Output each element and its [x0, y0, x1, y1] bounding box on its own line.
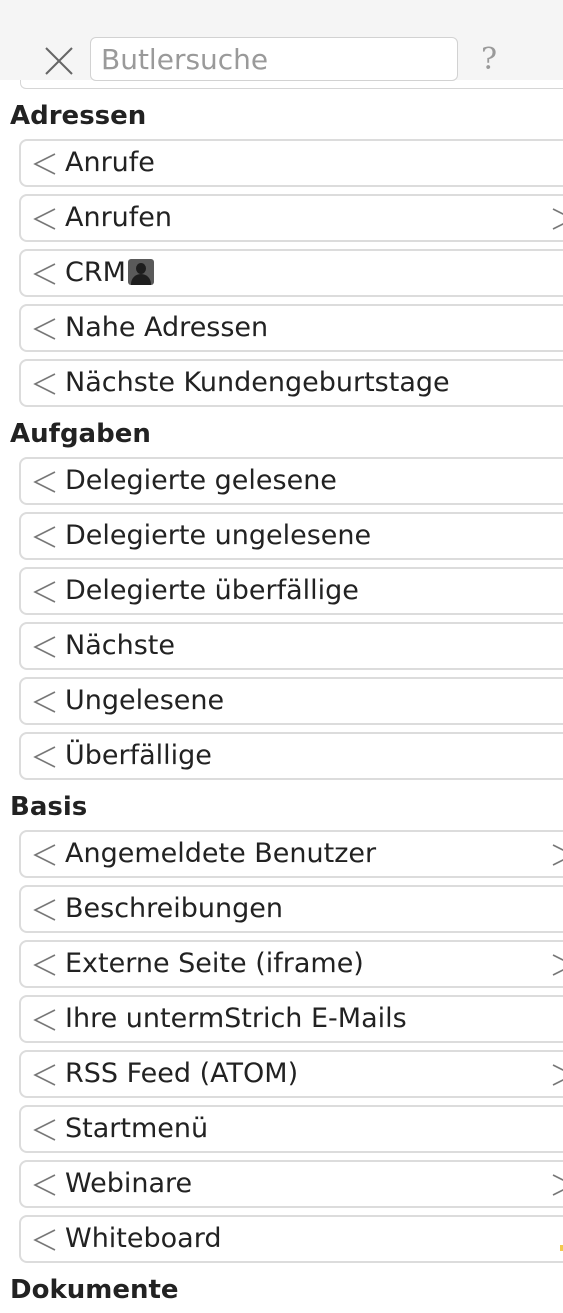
chevron-left-icon [33, 1008, 57, 1032]
previous-item-edge [20, 80, 563, 89]
butler-search-bar: ? [0, 0, 563, 81]
chevron-right-icon[interactable] [551, 1063, 563, 1087]
menu-item-startmenue[interactable]: Startmenü [19, 1105, 563, 1153]
menu-item-rss-feed[interactable]: RSS Feed (ATOM) [19, 1050, 563, 1098]
chevron-right-icon[interactable] [551, 843, 563, 867]
help-icon[interactable]: ? [475, 42, 503, 78]
menu-item-label: Webinare [65, 1168, 193, 1199]
menu-item-label: Ihre untermStrich E-Mails [65, 1003, 407, 1034]
chevron-left-icon [33, 898, 57, 922]
menu-item-label: Anrufe [65, 147, 155, 178]
menu-item-externe-seite[interactable]: Externe Seite (iframe) [19, 940, 563, 988]
menu-item-delegierte-ungelesene[interactable]: Delegierte ungelesene [19, 512, 563, 560]
menu-item-crm[interactable]: CRM [19, 249, 563, 297]
menu-item-angemeldete-benutzer[interactable]: Angemeldete Benutzer [19, 830, 563, 878]
chevron-right-icon[interactable] [551, 207, 563, 231]
menu-item-label: Delegierte ungelesene [65, 520, 372, 551]
menu-item-label: Anrufen [65, 202, 173, 233]
chevron-left-icon [33, 1228, 57, 1252]
menu-item-ungelesene[interactable]: Ungelesene [19, 677, 563, 725]
chevron-right-icon[interactable] [551, 953, 563, 977]
menu-item-label: Angemeldete Benutzer [65, 838, 377, 869]
chevron-left-icon [33, 745, 57, 769]
chevron-left-icon [33, 1173, 57, 1197]
chevron-left-icon [33, 1063, 57, 1087]
menu-item-whiteboard[interactable]: Whiteboard [19, 1215, 563, 1263]
butler-search-input[interactable] [90, 37, 458, 81]
menu-item-anrufe[interactable]: Anrufe [19, 139, 563, 187]
menu-item-label: Delegierte gelesene [65, 465, 337, 496]
chevron-left-icon [33, 152, 57, 176]
menu-item-naechste-kundengeburtstage[interactable]: Nächste Kundengeburtstage [19, 359, 563, 407]
chevron-left-icon [33, 470, 57, 494]
menu-item-label: Nächste Kundengeburtstage [65, 367, 450, 398]
section-heading-dokumente: Dokumente [10, 1275, 179, 1305]
menu-item-beschreibungen[interactable]: Beschreibungen [19, 885, 563, 933]
menu-item-label: Delegierte überfällige [65, 575, 359, 606]
section-heading-aufgaben: Aufgaben [10, 419, 151, 449]
menu-item-ueberfaellige[interactable]: Überfällige [19, 732, 563, 780]
butler-menu-list: Adressen Anrufe Anrufen CRM Nahe Adresse… [0, 80, 563, 1313]
chevron-left-icon [33, 207, 57, 231]
close-icon[interactable] [42, 44, 76, 78]
chevron-right-icon[interactable] [551, 1173, 563, 1197]
menu-item-label: Startmenü [65, 1113, 209, 1144]
menu-item-label: Nächste [65, 630, 175, 661]
menu-item-label-wrap: CRM [65, 251, 154, 295]
menu-item-label: Beschreibungen [65, 893, 284, 924]
section-heading-basis: Basis [10, 792, 88, 822]
section-heading-adressen: Adressen [10, 101, 147, 131]
menu-item-label: CRM [65, 257, 126, 288]
menu-item-label: RSS Feed (ATOM) [65, 1058, 299, 1089]
menu-item-label: Nahe Adressen [65, 312, 269, 343]
menu-item-nahe-adressen[interactable]: Nahe Adressen [19, 304, 563, 352]
menu-item-label: Whiteboard [65, 1223, 222, 1254]
chevron-left-icon [33, 953, 57, 977]
menu-item-anrufen[interactable]: Anrufen [19, 194, 563, 242]
chevron-left-icon [33, 525, 57, 549]
chevron-left-icon [33, 635, 57, 659]
chevron-left-icon [33, 262, 57, 286]
menu-item-delegierte-gelesene[interactable]: Delegierte gelesene [19, 457, 563, 505]
chevron-left-icon [33, 690, 57, 714]
menu-item-webinare[interactable]: Webinare [19, 1160, 563, 1208]
chevron-left-icon [33, 372, 57, 396]
chevron-left-icon [33, 317, 57, 341]
menu-item-label: Überfällige [65, 740, 212, 771]
chevron-left-icon [33, 580, 57, 604]
menu-item-delegierte-ueberfaellige[interactable]: Delegierte überfällige [19, 567, 563, 615]
user-avatar-icon [127, 259, 154, 285]
chevron-left-icon [33, 843, 57, 867]
menu-item-label: Externe Seite (iframe) [65, 948, 364, 979]
menu-item-untermstrich-emails[interactable]: Ihre untermStrich E-Mails [19, 995, 563, 1043]
chevron-left-icon [33, 1118, 57, 1142]
menu-item-label: Ungelesene [65, 685, 225, 716]
menu-item-naechste[interactable]: Nächste [19, 622, 563, 670]
